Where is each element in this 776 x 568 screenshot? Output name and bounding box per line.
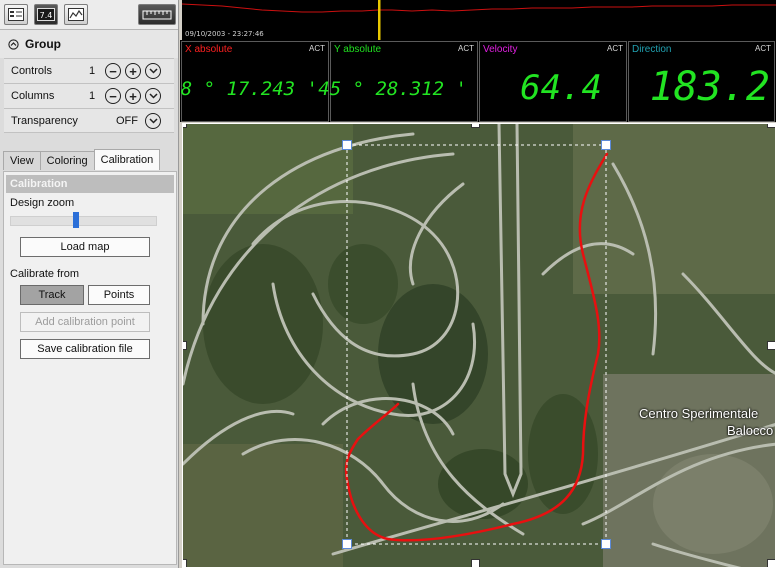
- x-absolute-readout: X absolute ACT 8 ° 17.243 ': [181, 41, 329, 122]
- graph-time-cursor[interactable]: [378, 0, 381, 40]
- graph-timestamp: 09/10/2003 - 23:27:46: [185, 30, 264, 38]
- calibration-handle-top-left[interactable]: [342, 140, 352, 150]
- numeric-view-button[interactable]: 7.4: [34, 4, 58, 25]
- readout-bar: X absolute ACT 8 ° 17.243 ' Y absolute A…: [180, 40, 776, 122]
- resize-handle-bottom-right[interactable]: [767, 559, 775, 567]
- map-canvas: [183, 124, 775, 567]
- tab-view[interactable]: View: [3, 151, 41, 170]
- group-title: Group: [25, 37, 61, 51]
- readout-act-label: ACT: [458, 44, 474, 53]
- graph-view-button[interactable]: [64, 4, 88, 25]
- calibration-header: Calibration: [6, 175, 174, 193]
- load-map-button[interactable]: Load map: [20, 237, 150, 257]
- graph-trace-line: [182, 3, 776, 13]
- resize-handle-top-right[interactable]: [767, 124, 775, 128]
- velocity-readout: Velocity ACT 64.4: [479, 41, 627, 122]
- plus-icon: +: [129, 88, 137, 104]
- map-place-label: Centro Sperimentale: [639, 406, 759, 421]
- calibration-handle-top-right[interactable]: [601, 140, 611, 150]
- tab-calibration[interactable]: Calibration: [93, 149, 161, 170]
- transparency-dropdown-button[interactable]: [145, 113, 161, 129]
- add-calibration-point-button[interactable]: Add calibration point: [20, 312, 150, 332]
- direction-readout: Direction ACT 183.2: [628, 41, 775, 122]
- calibration-handle-bottom-right[interactable]: [601, 539, 611, 549]
- readout-title: Velocity: [483, 44, 518, 55]
- svg-text:7.4: 7.4: [40, 11, 53, 20]
- resize-handle-bottom[interactable]: [471, 559, 480, 567]
- satellite-map[interactable]: Centro Sperimentale Balocco: [182, 123, 776, 568]
- readout-title: Y absolute: [334, 44, 382, 55]
- resize-handle-left[interactable]: [183, 341, 187, 350]
- readout-value: 64.4: [520, 68, 602, 108]
- resize-handle-right[interactable]: [767, 341, 775, 350]
- readout-act-label: ACT: [607, 44, 623, 53]
- y-absolute-readout: Y absolute ACT 45 ° 28.312 ': [318, 41, 478, 122]
- controls-value: 1: [89, 65, 96, 77]
- graph-icon: [68, 8, 84, 21]
- readout-act-label: ACT: [309, 44, 325, 53]
- calibration-panel: Calibration Design zoom Load map Calibra…: [3, 171, 177, 565]
- toolbar: 7.4: [0, 0, 178, 30]
- readout-title: X absolute: [185, 44, 233, 55]
- columns-dropdown-button[interactable]: [145, 88, 161, 104]
- chevron-down-icon: [148, 93, 158, 99]
- tab-bar: View Coloring Calibration: [3, 149, 161, 171]
- controls-decrease-button[interactable]: −: [105, 63, 121, 79]
- readout-title: Direction: [632, 44, 672, 55]
- transparency-row: Transparency OFF: [4, 108, 174, 133]
- save-calibration-file-button[interactable]: Save calibration file: [20, 339, 150, 359]
- resize-handle-top[interactable]: [471, 124, 480, 128]
- minus-icon: −: [109, 63, 117, 79]
- readout-value: 8 ° 17.243 ': [180, 78, 318, 100]
- points-button[interactable]: Points: [88, 285, 150, 305]
- minus-icon: −: [109, 88, 117, 104]
- controls-dropdown-button[interactable]: [145, 63, 161, 79]
- time-graph[interactable]: 09/10/2003 - 23:27:46: [182, 0, 776, 40]
- graph-plot: [182, 0, 776, 40]
- ruler-icon: [142, 10, 172, 20]
- design-zoom-slider[interactable]: [10, 216, 157, 226]
- resize-handle-bottom-left[interactable]: [183, 559, 187, 567]
- readout-value: 183.2: [649, 64, 770, 110]
- left-panel: 7.4 Group Controls 1 − + Columns 1 − + T…: [0, 0, 179, 568]
- controls-row: Controls 1 − +: [4, 58, 174, 83]
- design-zoom-label: Design zoom: [10, 197, 75, 209]
- columns-increase-button[interactable]: +: [125, 88, 141, 104]
- controls-increase-button[interactable]: +: [125, 63, 141, 79]
- plus-icon: +: [129, 63, 137, 79]
- ruler-tool-button[interactable]: [138, 4, 176, 25]
- chevron-down-icon: [148, 68, 158, 74]
- design-zoom-slider-thumb[interactable]: [73, 212, 80, 228]
- columns-row: Columns 1 − +: [4, 83, 174, 108]
- resize-handle-top-left[interactable]: [183, 124, 187, 128]
- numeric-display-icon: 7.4: [37, 8, 55, 21]
- columns-decrease-button[interactable]: −: [105, 88, 121, 104]
- calibration-handle-bottom-left[interactable]: [342, 539, 352, 549]
- map-place-label-2: Balocco: [727, 423, 774, 438]
- collapse-icon: [8, 38, 19, 50]
- readout-value: 45 ° 28.312 ': [318, 78, 467, 100]
- transparency-value: OFF: [116, 115, 138, 127]
- panel-icon: [8, 8, 24, 21]
- readout-act-label: ACT: [755, 44, 771, 53]
- track-button[interactable]: Track: [20, 285, 84, 305]
- tab-coloring[interactable]: Coloring: [39, 151, 95, 170]
- columns-value: 1: [89, 90, 96, 102]
- calibrate-from-label: Calibrate from: [10, 268, 80, 280]
- group-header[interactable]: Group: [0, 30, 178, 58]
- panel-view-button[interactable]: [4, 4, 28, 25]
- chevron-down-icon: [148, 118, 158, 124]
